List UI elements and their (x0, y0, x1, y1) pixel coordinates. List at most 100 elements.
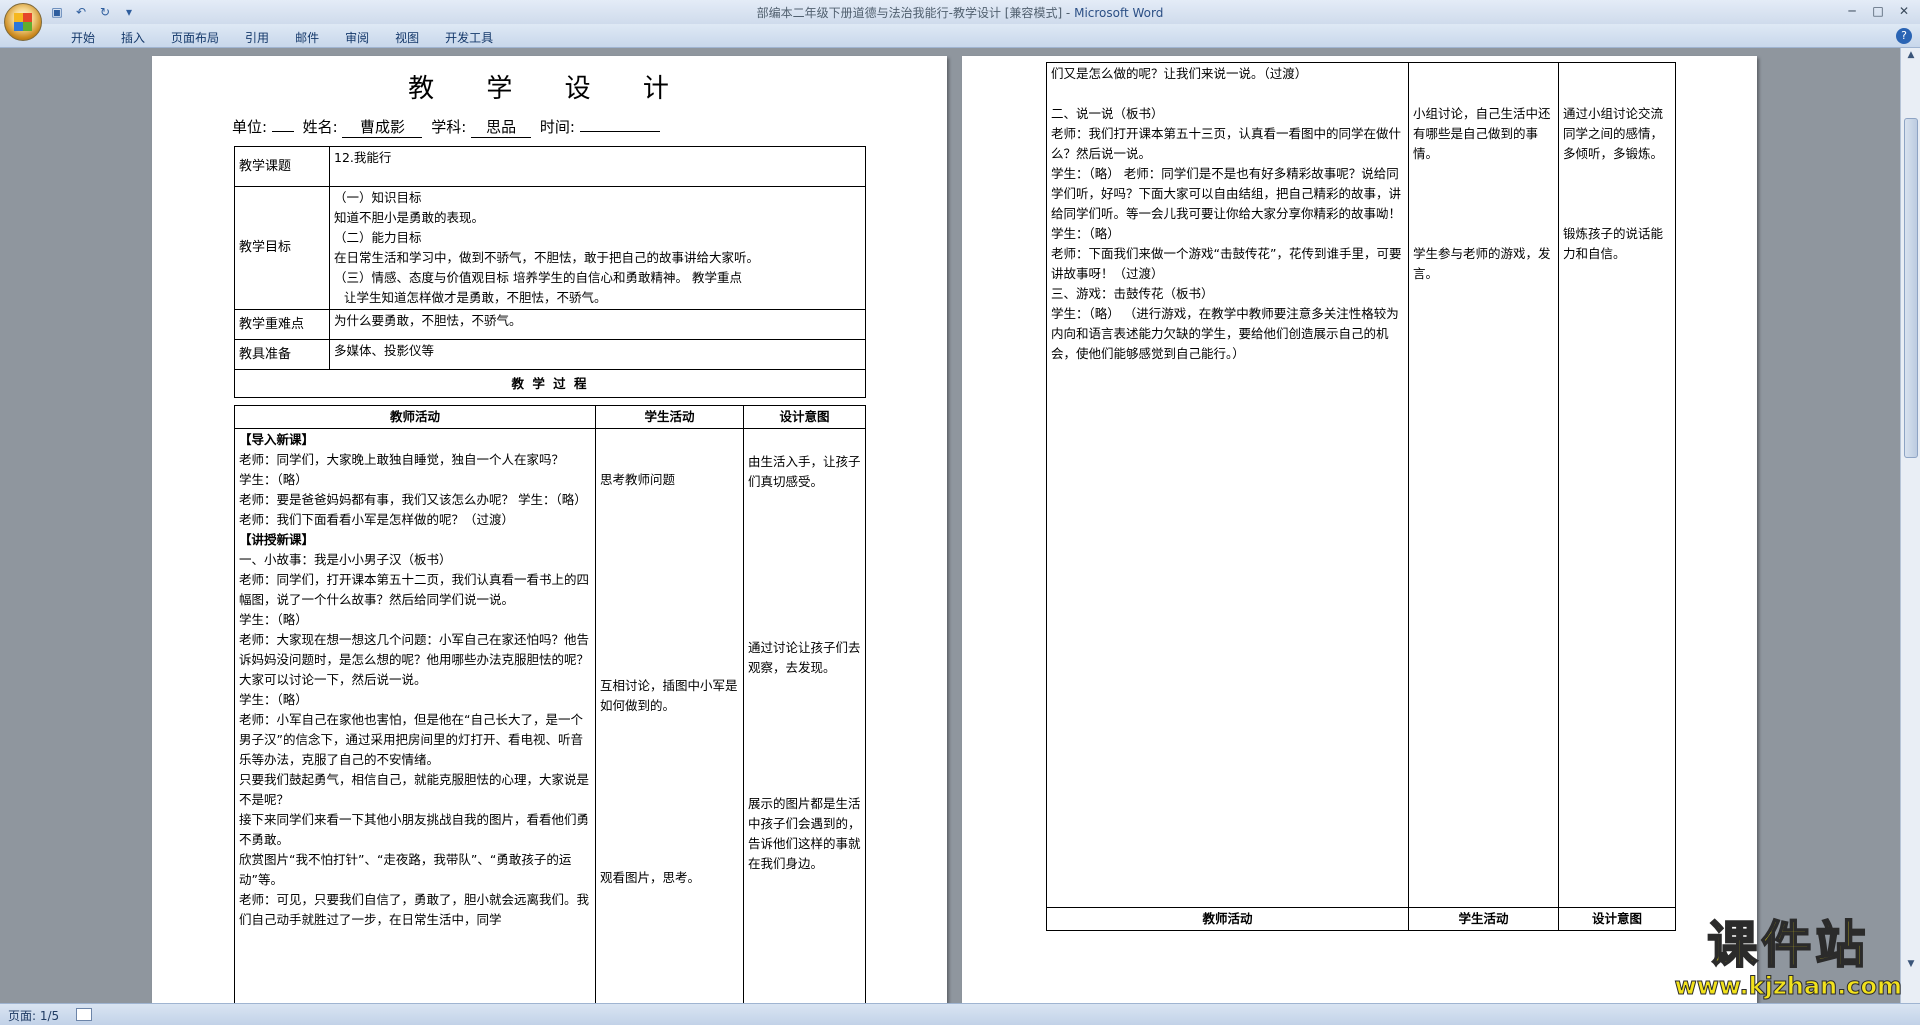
document-title: 部编本二年级下册道德与法治我能行-教学设计 [兼容模式] - (756, 6, 1075, 20)
student-note: 互相讨论，插图中小军是如何做到的。 (600, 678, 738, 713)
unit-field (271, 131, 294, 132)
proofing-icon[interactable] (76, 1008, 92, 1021)
teacher-line: 老师：同学们，大家晚上敢独自睡觉，独自一个人在家吗？ (239, 452, 565, 467)
tab-home[interactable]: 开始 (58, 28, 108, 47)
footer-design-intent: 设计意图 (1558, 907, 1676, 931)
window-controls: ─ □ ✕ (1842, 2, 1914, 20)
teacher-line: 老师：小军自己在家他也害怕，但是他在“自己长大了，是一个男子汉”的信念下，通过采… (239, 712, 583, 767)
tab-references[interactable]: 引用 (232, 28, 282, 47)
footer-teacher-activity: 教师活动 (1046, 907, 1409, 931)
teacher-line: 学生：（略） （进行游戏，在教学中教师要注意多关注性格较为内向和语言表述能力欠缺… (1051, 306, 1399, 361)
header-design-intent: 设计意图 (743, 405, 866, 429)
watermark-url: www.kjzhan.com (1674, 972, 1902, 1000)
design-note: 通过讨论让孩子们去观察，去发现。 (748, 640, 861, 675)
process-title: 教 学 过 程 (234, 369, 866, 398)
tab-mailings[interactable]: 邮件 (282, 28, 332, 47)
teacher-line: 老师：我们打开课本第五十三页，认真看一看图中的同学在做什么？然后说一说。 (1051, 126, 1402, 161)
header-teacher-activity: 教师活动 (234, 405, 596, 429)
maximize-icon[interactable]: □ (1868, 2, 1888, 20)
footer-student-activity: 学生活动 (1408, 907, 1559, 931)
vertical-scrollbar[interactable]: ▲ ▼ (1900, 48, 1920, 1003)
teacher-line: 只要我们鼓起勇气，相信自己，就能克服胆怯的心理，大家说是不是呢？ (239, 772, 590, 807)
close-icon[interactable]: ✕ (1894, 2, 1914, 20)
unit-label: 单位: (232, 118, 268, 136)
teacher-line: 老师：同学们，打开课本第五十二页，我们认真看一看书上的四幅图，说了一个什么故事？… (239, 572, 590, 607)
office-button[interactable] (4, 3, 42, 41)
tab-view[interactable]: 视图 (382, 28, 432, 47)
teacher-line: 接下来同学们来看一下其他小朋友挑战自我的图片，看看他们勇不勇敢。 (239, 812, 590, 847)
window-title: 部编本二年级下册道德与法治我能行-教学设计 [兼容模式] - Microsoft… (0, 4, 1920, 21)
teacher-line: 欣赏图片“我不怕打针”、“走夜路，我带队”、“勇敢孩子的运动”等。 (239, 852, 572, 887)
scroll-thumb[interactable] (1904, 118, 1918, 458)
title-bar: ▣ ↶ ↻ ▾ 部编本二年级下册道德与法治我能行-教学设计 [兼容模式] - M… (0, 0, 1920, 41)
tab-developer[interactable]: 开发工具 (432, 28, 506, 47)
goal-line: 在日常生活和学习中，做到不骄气，不胆怯，敢于把自己的故事讲给大家听。 (334, 250, 760, 265)
student-note: 思考教师问题 (600, 472, 676, 487)
watermark-logo: 课件站 www.kjzhan.com (1674, 916, 1902, 1000)
teacher-line: 老师：下面我们来做一个游戏“击鼓传花”，花传到谁手里，可要讲故事呀！（过渡） (1051, 246, 1402, 281)
teacher-line: 学生：（略） 老师：同学们是不是也有好多精彩故事呢？说给同学们听，好吗？下面大家… (1051, 166, 1402, 221)
teacher-line: 老师：我们下面看看小军是怎样做的呢？（过渡） (239, 512, 515, 527)
help-icon[interactable]: ? (1896, 28, 1912, 44)
teacher-line: 们又是怎么做的呢？让我们来说一说。（过渡） (1051, 66, 1308, 81)
goal-line: （二）能力目标 (334, 230, 422, 245)
scroll-up-icon[interactable]: ▲ (1904, 50, 1918, 64)
teacher-line: 学生：（略） (239, 472, 308, 487)
teacher-activity-cell: 【导入新课】 老师：同学们，大家晚上敢独自睡觉，独自一个人在家吗？ 学生：（略）… (234, 428, 596, 1003)
process-table-continued: 们又是怎么做的呢？让我们来说一说。（过渡） 二、说一说（板书） 老师：我们打开课… (1046, 62, 1676, 931)
subject-field: 思品 (471, 116, 532, 138)
minimize-icon[interactable]: ─ (1842, 2, 1862, 20)
difficulty-label: 教学重难点 (234, 309, 330, 340)
difficulty-value: 为什么要勇敢，不胆怯，不骄气。 (329, 309, 866, 340)
app-name: Microsoft Word (1074, 6, 1164, 20)
teacher-line: 老师：可见，只要我们自信了，勇敢了，胆小就会远离我们。我们自己动手就胜过了一步，… (239, 892, 590, 927)
goals-cell: （一）知识目标 知道不胆小是勇敢的表现。 （二）能力目标 在日常生活和学习中，做… (329, 186, 866, 310)
goal-line: 让学生知道怎样做才是勇敢，不胆怯，不骄气。 (344, 290, 607, 305)
goal-line: （一）知识目标 (334, 190, 422, 205)
teacher-line: 学生：（略） (1051, 226, 1120, 241)
topic-label: 教学课题 (234, 146, 330, 187)
scroll-down-icon[interactable]: ▼ (1904, 959, 1918, 973)
watermark-brand: 课件站 (1706, 916, 1870, 974)
page-title: 教 学 设 计 (408, 74, 691, 104)
page-1: 教 学 设 计 单位: 姓名: 曹成影 学科: 思品 时间: 教学课题 12.我… (152, 56, 947, 1003)
topic-value: 12.我能行 (329, 146, 866, 187)
teacher-line: 老师：大家现在想一想这几个问题：小军自己在家还怕吗？他告诉妈妈没问题时，是怎么想… (239, 632, 590, 687)
student-note: 学生参与老师的游戏，发言。 (1413, 246, 1551, 281)
teacher-line: 【导入新课】 (239, 432, 315, 447)
lesson-info-table: 教学课题 12.我能行 教学目标 （一）知识目标 知道不胆小是勇敢的表现。 （二… (234, 146, 866, 398)
teacher-line: 【讲授新课】 (239, 532, 315, 547)
tools-label: 教具准备 (234, 339, 330, 370)
design-intent-cell: 由生活入手，让孩子们真切感受。 通过讨论让孩子们去观察，去发现。 展示的图片都是… (743, 428, 866, 1003)
student-activity-cell: 思考教师问题 互相讨论，插图中小军是如何做到的。 观看图片，思考。 (595, 428, 744, 1003)
design-note: 锻炼孩子的说话能力和自信。 (1563, 226, 1664, 261)
teacher-activity-cell: 们又是怎么做的呢？让我们来说一说。（过渡） 二、说一说（板书） 老师：我们打开课… (1046, 62, 1409, 908)
ribbon-tab-bar: 开始 插入 页面布局 引用 邮件 审阅 视图 开发工具 ? (0, 24, 1920, 48)
name-label: 姓名: (302, 118, 338, 136)
header-student-activity: 学生活动 (595, 405, 744, 429)
tab-insert[interactable]: 插入 (108, 28, 158, 47)
student-note: 小组讨论，自己生活中还有哪些是自己做到的事情。 (1413, 106, 1551, 161)
student-activity-cell: 小组讨论，自己生活中还有哪些是自己做到的事情。 学生参与老师的游戏，发言。 (1408, 62, 1559, 908)
name-field: 曹成影 (342, 116, 423, 138)
teacher-line (1051, 84, 1404, 104)
info-line: 单位: 姓名: 曹成影 学科: 思品 时间: (232, 116, 664, 138)
teacher-line: 三、游戏：击鼓传花（板书） (1051, 286, 1214, 301)
design-note: 展示的图片都是生活中孩子们会遇到的，告诉他们这样的事就在我们身边。 (748, 796, 861, 871)
tab-page-layout[interactable]: 页面布局 (158, 28, 232, 47)
document-workspace: 教 学 设 计 单位: 姓名: 曹成影 学科: 思品 时间: 教学课题 12.我… (0, 48, 1900, 1003)
goal-line: 知道不胆小是勇敢的表现。 (334, 210, 485, 225)
teacher-line: 学生：（略） (239, 692, 308, 707)
design-note: 通过小组讨论交流同学之间的感情，多倾听，多锻炼。 (1563, 106, 1664, 161)
page-count[interactable]: 页面: 1/5 (8, 1007, 59, 1024)
page-2: 们又是怎么做的呢？让我们来说一说。（过渡） 二、说一说（板书） 老师：我们打开课… (962, 56, 1757, 1003)
design-note: 由生活入手，让孩子们真切感受。 (748, 454, 861, 489)
design-intent-cell: 通过小组讨论交流同学之间的感情，多倾听，多锻炼。 锻炼孩子的说话能力和自信。 (1558, 62, 1676, 908)
time-field (579, 131, 660, 132)
teacher-line: 老师：要是爸爸妈妈都有事，我们又该怎么办呢？ 学生：（略） (239, 492, 587, 507)
time-label: 时间: (539, 118, 575, 136)
goal-line: （三）情感、态度与价值观目标 培养学生的自信心和勇敢精神。 教学重点 (334, 270, 742, 285)
student-note: 观看图片，思考。 (600, 870, 701, 885)
teacher-line: 学生：（略） (239, 612, 308, 627)
tab-review[interactable]: 审阅 (332, 28, 382, 47)
